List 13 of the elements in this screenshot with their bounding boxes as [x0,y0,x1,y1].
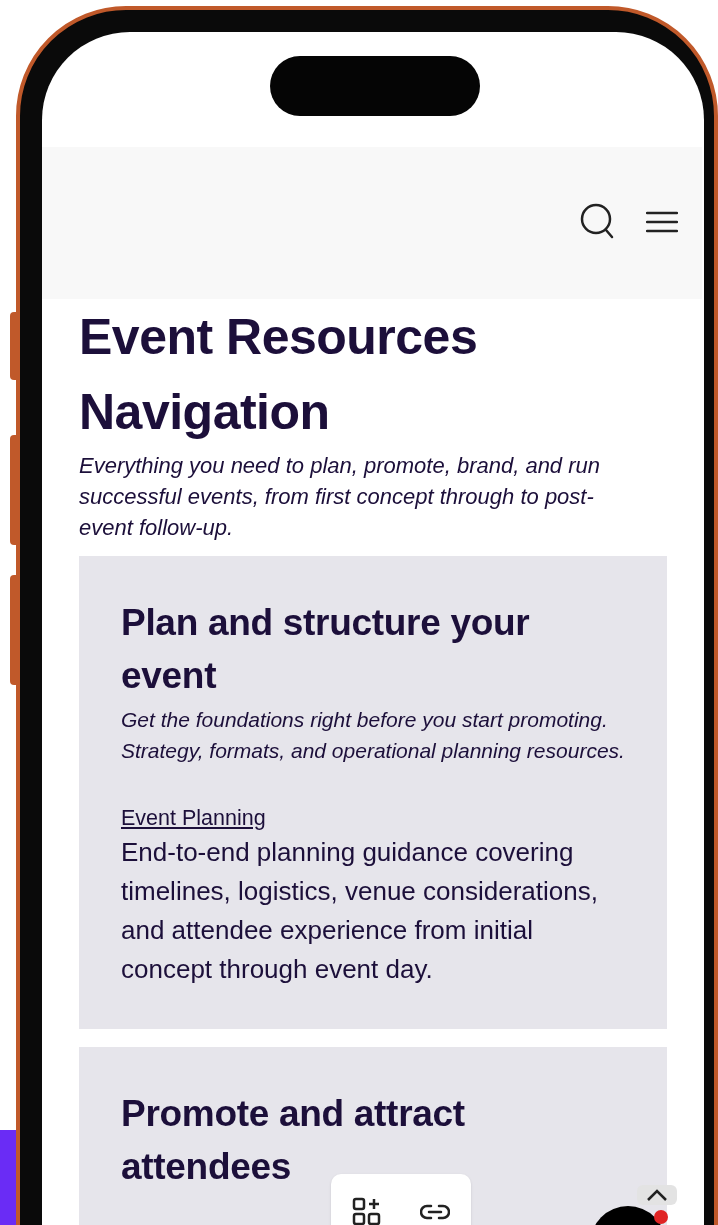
resource-description: End-to-end planning guidance covering timelines, logistics, venue considerations, and attendee experience from initial concept through event day. [121,836,599,986]
section-heading: Promote and attract attendees [121,1092,466,1189]
page-title: Event Resources Navigation [79,308,479,442]
menu-icon[interactable] [646,211,678,233]
resource-link[interactable]: Event Planning [121,803,266,833]
section-description: Get the foundations right before you start promoting. Strategy, formats, and operational planning resources. [121,707,625,764]
scroll-top-button[interactable] [637,1185,677,1205]
link-icon[interactable] [420,1204,450,1220]
section-heading: Plan and structure your event [121,601,531,698]
chevron-up-icon [646,1189,668,1201]
intro-text: Everything you need to plan, promote, brand, and run successful events, from first concept through to post-event follow-up. [79,452,601,542]
add-widget-icon[interactable] [352,1197,382,1225]
search-icon[interactable] [580,203,616,241]
